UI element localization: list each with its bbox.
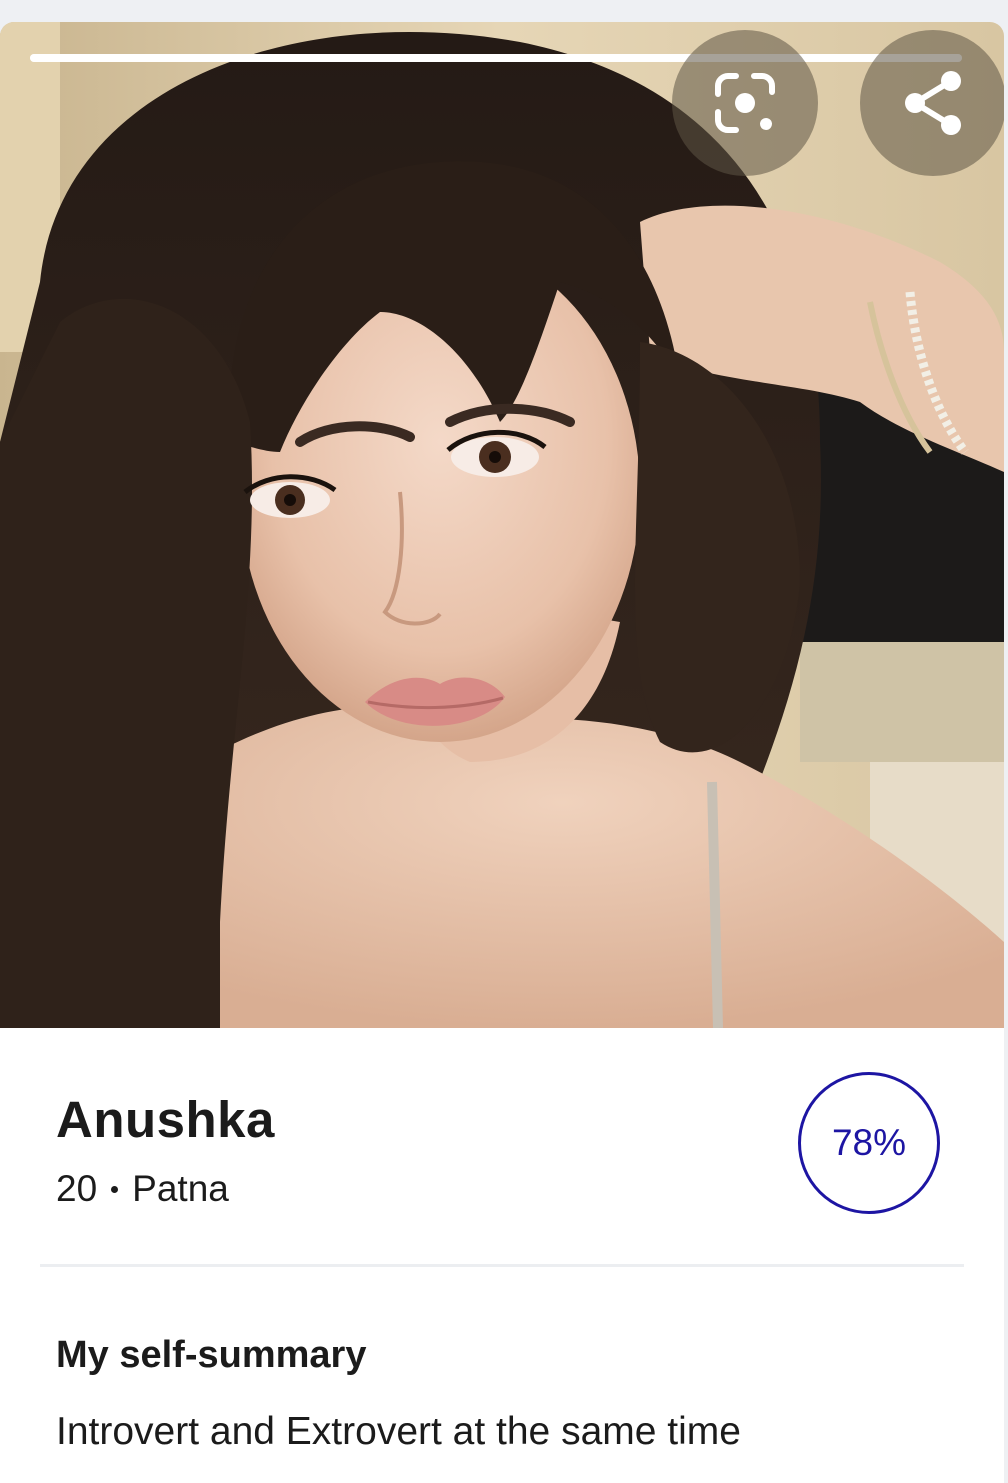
divider (40, 1264, 964, 1267)
google-lens-icon (715, 73, 775, 133)
profile-age: 20 (56, 1168, 98, 1209)
profile-location: Patna (132, 1168, 229, 1209)
profile-info: Anushka 20 Patna 78% My self-summary Int… (0, 1028, 1004, 1483)
share-button[interactable] (860, 30, 1004, 176)
match-percentage-value: 78% (831, 1122, 907, 1163)
google-lens-button[interactable] (672, 30, 818, 176)
profile-subline: 20 Patna (56, 1168, 229, 1210)
self-summary-text: Introvert and Extrovert at the same time (56, 1410, 741, 1453)
photo-progress-track (30, 54, 962, 62)
profile-name: Anushka (56, 1091, 275, 1148)
profile-photo-image (0, 22, 1004, 1028)
photo-progress-fill (30, 54, 962, 62)
match-percentage-badge[interactable]: 78% (798, 1072, 940, 1214)
profile-card: Anushka 20 Patna 78% My self-summary Int… (0, 22, 1004, 1483)
separator-dot (111, 1185, 119, 1193)
profile-photo[interactable] (0, 22, 1004, 1028)
share-icon (905, 71, 961, 135)
self-summary-title: My self-summary (56, 1334, 367, 1376)
